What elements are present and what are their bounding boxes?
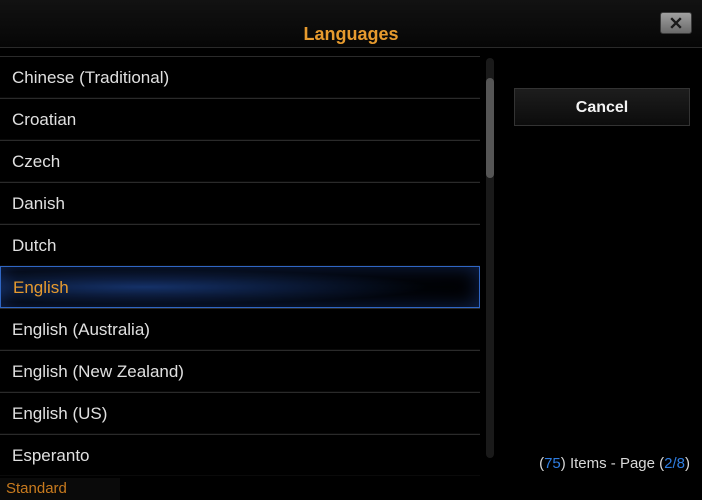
language-item[interactable]: English xyxy=(0,266,480,308)
scrollbar-thumb[interactable] xyxy=(486,78,494,178)
language-item[interactable]: Danish xyxy=(0,182,480,224)
language-item[interactable]: Esperanto xyxy=(0,434,480,476)
status-label: Standard xyxy=(0,478,120,500)
dialog-title: Languages xyxy=(0,24,702,45)
item-count: 75 xyxy=(544,455,561,472)
scrollbar[interactable] xyxy=(486,58,494,458)
page-indicator: 2/8 xyxy=(664,455,685,472)
language-item[interactable]: English (New Zealand) xyxy=(0,350,480,392)
cancel-button[interactable]: Cancel xyxy=(514,88,690,126)
dialog-body: Chinese (Traditional)CroatianCzechDanish… xyxy=(0,48,702,500)
title-bar: Languages xyxy=(0,0,702,48)
close-icon xyxy=(670,17,682,29)
pagination-info: (75) Items - Page (2/8) xyxy=(539,455,690,472)
language-item[interactable]: English (Australia) xyxy=(0,308,480,350)
language-item[interactable]: English (US) xyxy=(0,392,480,434)
language-item[interactable]: Czech xyxy=(0,140,480,182)
close-button[interactable] xyxy=(660,12,692,34)
side-panel: Cancel xyxy=(514,58,690,126)
language-item[interactable]: Croatian xyxy=(0,98,480,140)
language-item[interactable]: Chinese (Traditional) xyxy=(0,56,480,98)
language-list-container: Chinese (Traditional)CroatianCzechDanish… xyxy=(0,56,480,500)
language-list: Chinese (Traditional)CroatianCzechDanish… xyxy=(0,56,480,476)
language-item[interactable]: Dutch xyxy=(0,224,480,266)
